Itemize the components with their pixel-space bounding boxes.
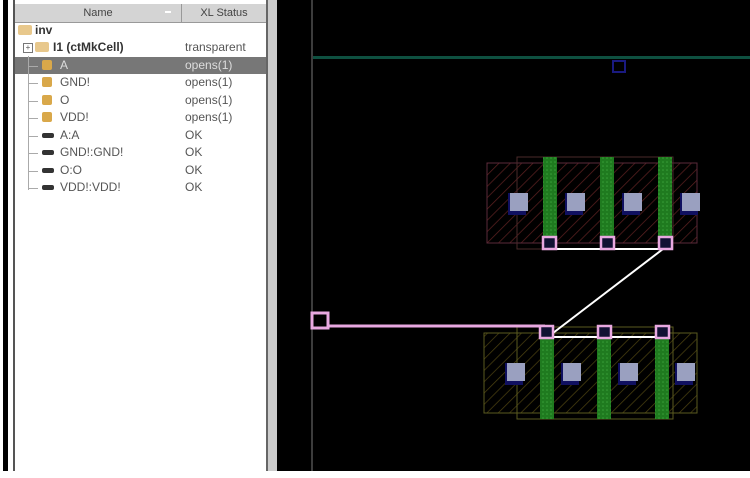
terminal-pin-icon bbox=[42, 59, 52, 70]
row-status: opens(1) bbox=[185, 110, 233, 124]
tree-row-selected[interactable]: Aopens(1) bbox=[15, 56, 266, 74]
tree-connector bbox=[28, 83, 38, 84]
row-status: opens(1) bbox=[185, 57, 233, 72]
row-name: A:A bbox=[60, 127, 80, 142]
folder-icon bbox=[35, 42, 49, 52]
poly-gate bbox=[543, 157, 557, 243]
connector-icon bbox=[42, 150, 54, 155]
flightlines bbox=[551, 248, 664, 338]
row-name: GND! bbox=[60, 75, 90, 89]
connector-icon bbox=[42, 167, 54, 173]
connector-icon bbox=[42, 132, 54, 138]
row-name: VDD! bbox=[60, 110, 89, 124]
poly-gate bbox=[655, 333, 669, 419]
tree-row[interactable]: GND! opens(1) bbox=[15, 74, 266, 91]
row-status: opens(1) bbox=[185, 92, 233, 107]
terminal-pin-icon bbox=[42, 112, 52, 122]
poly-gate bbox=[658, 157, 672, 243]
row-status: opens(1) bbox=[185, 75, 233, 89]
navigator-panel: Name XL Status inv + I1 (ctMkCell) transpa… bbox=[13, 0, 268, 471]
input-pin-A[interactable] bbox=[310, 311, 330, 330]
gate-pin[interactable] bbox=[541, 235, 558, 251]
tree-header: Name XL Status bbox=[15, 4, 266, 23]
terminal-pin-icon bbox=[42, 94, 52, 105]
row-status: OK bbox=[185, 127, 203, 142]
tree-connector bbox=[28, 100, 38, 102]
tree-row[interactable]: GND!:GND! OK bbox=[15, 144, 266, 161]
row-status: transparent bbox=[185, 40, 246, 54]
row-name: O:O bbox=[60, 162, 83, 177]
row-status: OK bbox=[185, 162, 203, 177]
row-name: GND!:GND! bbox=[60, 145, 124, 159]
connector-icon bbox=[42, 185, 54, 190]
contact bbox=[682, 193, 700, 211]
contact bbox=[563, 363, 581, 381]
gate-pin[interactable] bbox=[596, 324, 613, 340]
row-name: A bbox=[60, 57, 69, 72]
contact bbox=[677, 363, 695, 381]
expand-icon[interactable]: + bbox=[23, 43, 33, 53]
poly-gate bbox=[540, 333, 554, 419]
gate-pin[interactable] bbox=[657, 235, 674, 251]
tree-guide-line bbox=[28, 56, 29, 190]
column-header-name[interactable]: Name bbox=[15, 4, 182, 22]
gate-pin[interactable] bbox=[538, 324, 555, 340]
layout-svg bbox=[310, 0, 750, 471]
gate-pin[interactable] bbox=[654, 324, 671, 340]
contact bbox=[510, 193, 528, 211]
poly-gate bbox=[597, 333, 611, 419]
tree-row[interactable]: A:A OK bbox=[15, 127, 266, 144]
tree-row[interactable]: O:O OK bbox=[15, 162, 266, 179]
row-name: O bbox=[60, 92, 70, 107]
row-status: OK bbox=[185, 145, 203, 159]
row-name: VDD!:VDD! bbox=[60, 180, 121, 194]
poly-gate bbox=[600, 157, 614, 243]
layout-canvas[interactable] bbox=[277, 0, 750, 471]
power-rail bbox=[313, 56, 750, 59]
row-name: I1 (ctMkCell) bbox=[53, 40, 124, 54]
tree-connector bbox=[28, 65, 38, 67]
splitter[interactable] bbox=[268, 0, 277, 471]
tree-connector bbox=[28, 118, 38, 119]
tree-root[interactable]: inv bbox=[15, 22, 266, 39]
column-header-status[interactable]: XL Status bbox=[182, 4, 266, 22]
contact bbox=[567, 193, 585, 211]
gate-pin[interactable] bbox=[599, 235, 616, 251]
folder-icon bbox=[18, 25, 32, 35]
contact bbox=[507, 363, 525, 381]
contact bbox=[620, 363, 638, 381]
tree-connector bbox=[28, 135, 38, 137]
sort-icon bbox=[165, 11, 171, 13]
tree-row[interactable]: VDD! opens(1) bbox=[15, 109, 266, 126]
tree-connector bbox=[28, 153, 38, 154]
row-status: OK bbox=[185, 180, 203, 194]
window-frame bbox=[3, 0, 8, 471]
contact bbox=[624, 193, 642, 211]
tree-row[interactable]: + I1 (ctMkCell) transparent bbox=[15, 39, 266, 56]
rail-pin bbox=[612, 60, 626, 73]
tree-connector bbox=[28, 170, 38, 172]
tree-row[interactable]: Oopens(1) bbox=[15, 92, 266, 109]
tree-row[interactable]: VDD!:VDD! OK bbox=[15, 179, 266, 196]
terminal-pin-icon bbox=[42, 77, 52, 87]
tree-connector bbox=[28, 188, 38, 189]
